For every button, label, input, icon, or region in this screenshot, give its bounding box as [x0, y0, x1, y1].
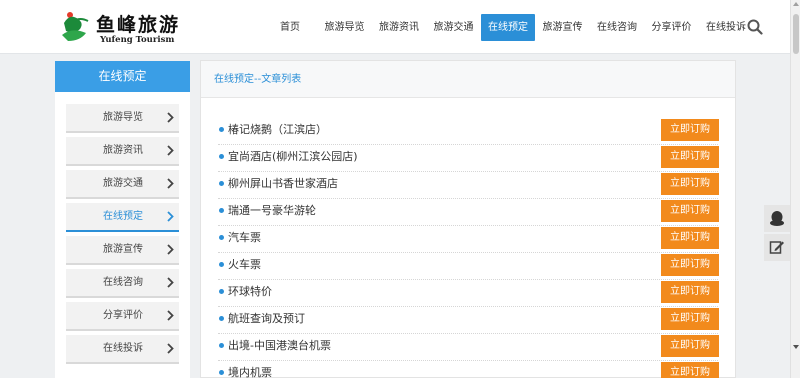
sidebar-menu: 旅游导览 旅游资讯 旅游交通 在线预定 旅游宣传 在线咨询 分享评价 在线投诉	[66, 104, 179, 368]
article-panel-title: 在线预定--文章列表	[214, 74, 302, 85]
list-item: 出境-中国港澳台机票 立即订购	[218, 334, 719, 361]
order-now-button[interactable]: 立即订购	[661, 254, 719, 276]
logo-english-text: Yufeng Tourism	[100, 35, 175, 45]
sidebar-item-online-complaint[interactable]: 在线投诉	[66, 335, 179, 364]
page-scrollbar[interactable]	[790, 0, 800, 378]
order-now-button[interactable]: 立即订购	[661, 308, 719, 330]
article-panel-header: 在线预定--文章列表	[201, 61, 735, 98]
scrollbar-thumb[interactable]	[793, 14, 799, 54]
chevron-right-icon	[167, 178, 174, 189]
sidebar-item-label: 在线预定	[103, 211, 143, 222]
chevron-right-icon	[167, 277, 174, 288]
article-link[interactable]: 宜尚酒店(柳州江滨公园店)	[228, 145, 358, 169]
bullet-dot-icon	[219, 181, 224, 186]
main-nav: 首页 旅游导览 旅游资讯 旅游交通 在线预定 旅游宣传 在线咨询 分享评价 在线…	[263, 14, 754, 41]
chevron-right-icon	[167, 145, 174, 156]
list-item: 火车票 立即订购	[218, 253, 719, 280]
order-now-button[interactable]: 立即订购	[661, 362, 719, 378]
article-link[interactable]: 瑞通一号豪华游轮	[228, 199, 316, 223]
sidebar-item-label: 旅游交通	[103, 178, 143, 189]
nav-item-tour-promotion[interactable]: 旅游宣传	[536, 14, 590, 41]
qq-penguin-icon	[770, 211, 784, 226]
bullet-dot-icon	[219, 127, 224, 132]
list-item: 柳州屏山书香世家酒店 立即订购	[218, 172, 719, 199]
sidebar: 在线预定 旅游导览 旅游资讯 旅游交通 在线预定 旅游宣传 在线咨询 分享评价	[55, 61, 190, 378]
sidebar-item-label: 分享评价	[103, 310, 143, 321]
bullet-dot-icon	[219, 262, 224, 267]
qq-contact-button[interactable]	[764, 205, 790, 232]
article-link[interactable]: 柳州屏山书香世家酒店	[228, 172, 338, 196]
chevron-right-icon	[167, 112, 174, 123]
floating-toolbar	[764, 205, 790, 263]
sidebar-item-share-review[interactable]: 分享评价	[66, 302, 179, 331]
bullet-dot-icon	[219, 289, 224, 294]
order-now-button[interactable]: 立即订购	[661, 119, 719, 141]
nav-item-online-consult[interactable]: 在线咨询	[590, 14, 644, 41]
nav-item-tour-guide[interactable]: 旅游导览	[318, 14, 372, 41]
logo-chinese-text: 鱼峰旅游	[96, 14, 181, 36]
sidebar-item-tour-news[interactable]: 旅游资讯	[66, 137, 179, 166]
chevron-right-icon	[167, 211, 174, 222]
list-item: 瑞通一号豪华游轮 立即订购	[218, 199, 719, 226]
nav-item-tour-traffic[interactable]: 旅游交通	[427, 14, 481, 41]
article-link[interactable]: 汽车票	[228, 226, 261, 250]
search-icon[interactable]	[747, 19, 763, 35]
article-link[interactable]: 境内机票	[228, 361, 272, 378]
sidebar-item-tour-traffic[interactable]: 旅游交通	[66, 170, 179, 199]
order-now-button[interactable]: 立即订购	[661, 200, 719, 222]
bullet-dot-icon	[219, 343, 224, 348]
article-link[interactable]: 环球特价	[228, 280, 272, 304]
scroll-down-arrow-icon[interactable]	[793, 345, 799, 349]
order-now-button[interactable]: 立即订购	[661, 335, 719, 357]
list-item: 环球特价 立即订购	[218, 280, 719, 307]
sidebar-item-online-consult[interactable]: 在线咨询	[66, 269, 179, 298]
list-item: 宜尚酒店(柳州江滨公园店) 立即订购	[218, 145, 719, 172]
sidebar-item-label: 旅游资讯	[103, 145, 143, 156]
list-item: 椿记烧鹅（江滨店） 立即订购	[218, 118, 719, 145]
nav-item-tour-news[interactable]: 旅游资讯	[372, 14, 426, 41]
sidebar-item-label: 在线咨询	[103, 277, 143, 288]
article-panel: 在线预定--文章列表 椿记烧鹅（江滨店） 立即订购 宜尚酒店(柳州江滨公园店) …	[200, 60, 736, 378]
sidebar-item-label: 旅游导览	[103, 112, 143, 123]
site-logo[interactable]: 鱼峰旅游 Yufeng Tourism	[60, 9, 188, 45]
article-link[interactable]: 椿记烧鹅（江滨店）	[228, 118, 327, 142]
list-item: 境内机票 立即订购	[218, 361, 719, 378]
chevron-right-icon	[167, 343, 174, 354]
bullet-dot-icon	[219, 208, 224, 213]
logo-mark-icon	[62, 12, 89, 41]
chevron-right-icon	[167, 310, 174, 321]
chevron-right-icon	[167, 244, 174, 255]
bullet-dot-icon	[219, 316, 224, 321]
list-item: 航班查询及预订 立即订购	[218, 307, 719, 334]
sidebar-title: 在线预定	[55, 61, 190, 92]
article-link[interactable]: 出境-中国港澳台机票	[228, 334, 331, 358]
sidebar-item-tour-promotion[interactable]: 旅游宣传	[66, 236, 179, 265]
nav-item-home[interactable]: 首页	[263, 14, 317, 41]
order-now-button[interactable]: 立即订购	[661, 227, 719, 249]
list-item: 汽车票 立即订购	[218, 226, 719, 253]
feedback-button[interactable]	[764, 234, 790, 261]
edit-icon	[769, 241, 784, 254]
nav-item-online-complaint[interactable]: 在线投诉	[699, 14, 753, 41]
article-link[interactable]: 航班查询及预订	[228, 307, 305, 331]
scroll-up-arrow-icon[interactable]	[793, 2, 799, 6]
bullet-dot-icon	[219, 370, 224, 375]
sidebar-item-label: 在线投诉	[103, 343, 143, 354]
article-link[interactable]: 火车票	[228, 253, 261, 277]
sidebar-item-label: 旅游宣传	[103, 244, 143, 255]
sidebar-item-online-booking[interactable]: 在线预定	[66, 203, 179, 232]
bullet-dot-icon	[219, 154, 224, 159]
nav-item-online-booking[interactable]: 在线预定	[481, 14, 535, 41]
order-now-button[interactable]: 立即订购	[661, 173, 719, 195]
bullet-dot-icon	[219, 235, 224, 240]
site-header: 鱼峰旅游 Yufeng Tourism 首页 旅游导览 旅游资讯 旅游交通 在线…	[0, 0, 790, 54]
order-now-button[interactable]: 立即订购	[661, 146, 719, 168]
sidebar-item-tour-guide[interactable]: 旅游导览	[66, 104, 179, 133]
order-now-button[interactable]: 立即订购	[661, 281, 719, 303]
article-list: 椿记烧鹅（江滨店） 立即订购 宜尚酒店(柳州江滨公园店) 立即订购 柳州屏山书香…	[218, 118, 719, 378]
nav-item-share-review[interactable]: 分享评价	[645, 14, 699, 41]
